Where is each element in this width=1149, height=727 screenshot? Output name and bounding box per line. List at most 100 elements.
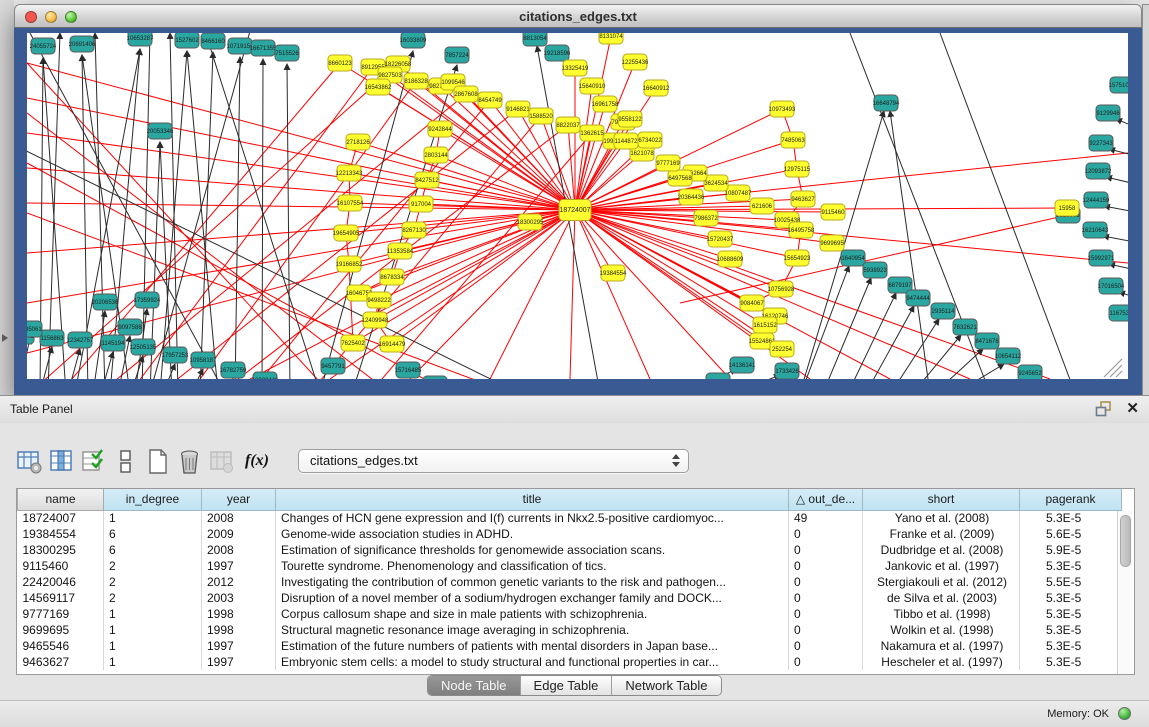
- citation-graph[interactable]: 2405572420691406106532871527602846616010…: [27, 33, 1128, 379]
- graph-node[interactable]: 7515526: [275, 45, 299, 61]
- graph-node[interactable]: 2718126: [346, 134, 370, 150]
- graph-node[interactable]: 20053346: [147, 123, 174, 139]
- graph-node[interactable]: 15720437: [707, 231, 734, 247]
- graph-node[interactable]: 8471676: [975, 333, 999, 349]
- table-cell[interactable]: 5.5E-5: [1020, 574, 1122, 590]
- graph-node[interactable]: 16782759: [220, 362, 247, 378]
- table-cell[interactable]: 0: [789, 542, 863, 558]
- graph-node[interactable]: 19166852: [336, 256, 363, 272]
- graph-node[interactable]: 10958187: [190, 352, 217, 368]
- table-row[interactable]: 911546021997Tourette syndrome. Phenomeno…: [18, 558, 1122, 574]
- graph-node[interactable]: 9777169: [656, 155, 680, 171]
- tab-edge-table[interactable]: Edge Table: [521, 676, 613, 695]
- table-cell[interactable]: 1: [104, 622, 202, 638]
- graph-node[interactable]: 2935114: [931, 303, 955, 319]
- delete-table-icon[interactable]: [208, 448, 235, 475]
- table-cell[interactable]: Stergiakouli et al. (2012): [863, 574, 1020, 590]
- graph-node[interactable]: 10688609: [717, 251, 744, 267]
- table-source-select[interactable]: citations_edges.txt: [298, 449, 689, 473]
- graph-node[interactable]: 2867608: [454, 86, 478, 102]
- table-cell[interactable]: 1: [104, 510, 202, 526]
- split-view-icon[interactable]: [112, 448, 139, 475]
- graph-node[interactable]: 12093872: [1085, 163, 1112, 179]
- graph-node[interactable]: 9227343: [1089, 135, 1113, 151]
- graph-node[interactable]: 19654905: [333, 225, 360, 241]
- table-row[interactable]: 2242004622012Investigating the contribut…: [18, 574, 1122, 590]
- graph-node[interactable]: 9115460: [821, 204, 845, 220]
- column-header-name[interactable]: name: [18, 489, 104, 510]
- graph-node[interactable]: 15958: [1055, 200, 1079, 216]
- graph-node[interactable]: 8454749: [478, 92, 502, 108]
- column-header-in_degree[interactable]: in_degree: [104, 489, 202, 510]
- table-row[interactable]: 946554611997Estimation of the future num…: [18, 638, 1122, 654]
- graph-node[interactable]: 621606: [750, 198, 774, 214]
- resize-grip-icon[interactable]: [1116, 371, 1122, 377]
- tab-network-table[interactable]: Network Table: [612, 676, 720, 695]
- graph-node[interactable]: 16210643: [1082, 222, 1109, 238]
- graph-node[interactable]: 12975115: [784, 161, 811, 177]
- table-row[interactable]: 969969511998Structural magnetic resonanc…: [18, 622, 1122, 638]
- graph-node[interactable]: 13325419: [562, 60, 589, 76]
- window-titlebar[interactable]: citations_edges.txt: [14, 4, 1142, 28]
- graph-node[interactable]: 8822037: [556, 117, 580, 133]
- graph-node[interactable]: 7857224: [445, 47, 469, 63]
- table-cell[interactable]: 1997: [202, 638, 276, 654]
- graph-node[interactable]: 1144872: [614, 133, 638, 149]
- table-cell[interactable]: 9699695: [18, 622, 104, 638]
- table-cell[interactable]: 2008: [202, 510, 276, 526]
- graph-node[interactable]: 8186328: [404, 73, 428, 89]
- table-cell[interactable]: 5.3E-5: [1020, 638, 1122, 654]
- table-cell[interactable]: Corpus callosum shape and size in male p…: [276, 606, 789, 622]
- graph-node[interactable]: 1588520: [529, 108, 553, 124]
- graph-node[interactable]: 15654923: [784, 250, 811, 266]
- graph-node[interactable]: 9146821: [506, 101, 530, 117]
- close-panel-icon[interactable]: ✕: [1126, 399, 1139, 417]
- graph-node[interactable]: 15992971: [1088, 250, 1115, 266]
- table-cell[interactable]: 2012: [202, 574, 276, 590]
- column-header-year[interactable]: year: [202, 489, 276, 510]
- graph-node[interactable]: 15716485: [395, 362, 422, 378]
- table-cell[interactable]: 1: [104, 654, 202, 670]
- table-cell[interactable]: 1997: [202, 654, 276, 670]
- table-cell[interactable]: Yano et al. (2008): [863, 510, 1020, 526]
- table-cell[interactable]: 2: [104, 558, 202, 574]
- table-cell[interactable]: 5.9E-5: [1020, 542, 1122, 558]
- table-cell[interactable]: 5.3E-5: [1020, 510, 1122, 526]
- graph-node[interactable]: 9129946: [1096, 105, 1120, 121]
- table-cell[interactable]: Estimation of significance thresholds fo…: [276, 542, 789, 558]
- table-cell[interactable]: 9115460: [18, 558, 104, 574]
- table-cell[interactable]: 2: [104, 590, 202, 606]
- graph-node[interactable]: 9097588: [118, 319, 142, 335]
- graph-node[interactable]: 1485061: [27, 321, 42, 337]
- table-cell[interactable]: 2008: [202, 542, 276, 558]
- graph-node[interactable]: 917004: [409, 196, 433, 212]
- table-cell[interactable]: 2003: [202, 590, 276, 606]
- graph-node[interactable]: 2803144: [424, 147, 448, 163]
- graph-node[interactable]: 8466160: [201, 33, 225, 49]
- graph-node[interactable]: 12444159: [1083, 192, 1110, 208]
- graph-node[interactable]: 6734022: [638, 132, 662, 148]
- table-cell[interactable]: Franke et al. (2009): [863, 526, 1020, 542]
- graph-node[interactable]: 6497568: [668, 170, 692, 186]
- table-cell[interactable]: 0: [789, 606, 863, 622]
- graph-node[interactable]: 1640954: [841, 250, 865, 266]
- graph-node[interactable]: 16914479: [379, 336, 406, 352]
- function-builder-icon[interactable]: f(x): [240, 452, 274, 470]
- column-header-short[interactable]: short: [863, 489, 1020, 510]
- table-cell[interactable]: Tourette syndrome. Phenomenology and cla…: [276, 558, 789, 574]
- graph-node[interactable]: 17957253: [162, 347, 189, 363]
- graph-node[interactable]: 1615152: [753, 317, 777, 333]
- graph-node[interactable]: 10654112: [995, 348, 1022, 364]
- table-cell[interactable]: 9777169: [18, 606, 104, 622]
- graph-node[interactable]: 16495758: [788, 222, 815, 238]
- graph-node[interactable]: 12923446: [252, 372, 279, 379]
- graph-node[interactable]: 1362615: [580, 125, 604, 141]
- table-cell[interactable]: 14569117: [18, 590, 104, 606]
- graph-node[interactable]: 24055724: [30, 38, 57, 54]
- graph-node[interactable]: 7632621: [953, 319, 977, 335]
- vertical-scrollbar[interactable]: [1117, 511, 1132, 674]
- graph-node[interactable]: 12342757: [67, 332, 94, 348]
- graph-node[interactable]: 15751074: [1109, 77, 1128, 93]
- graph-node[interactable]: 1156863: [40, 330, 64, 346]
- table-cell[interactable]: 0: [789, 638, 863, 654]
